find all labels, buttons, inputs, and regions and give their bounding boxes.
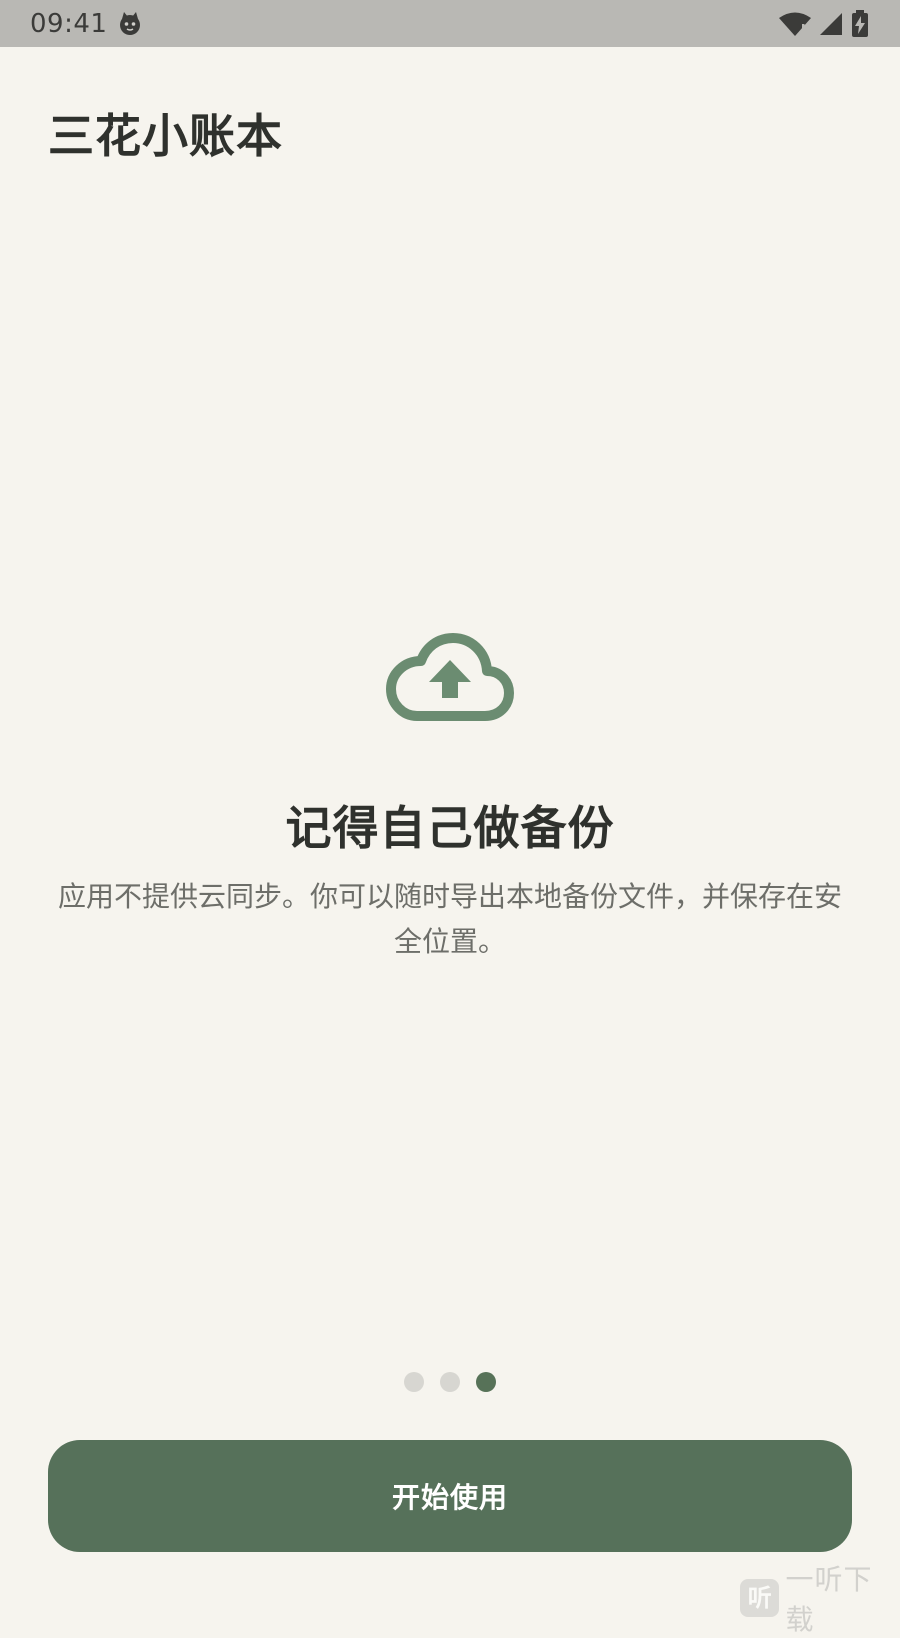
battery-charging-icon: [852, 9, 868, 37]
status-time: 09:41: [30, 8, 108, 39]
start-button[interactable]: 开始使用: [48, 1440, 852, 1552]
page-indicator: [0, 1372, 900, 1392]
wifi-icon: [779, 12, 811, 36]
cloud-upload-icon: [386, 633, 514, 721]
page-dot-2[interactable]: [440, 1372, 460, 1392]
watermark-text: 一听下载: [785, 1563, 873, 1636]
onboarding-description: 应用不提供云同步。你可以随时导出本地备份文件，并保存在安全位置。: [57, 880, 842, 958]
watermark-logo: 听: [740, 1579, 780, 1617]
cat-face-icon: [120, 11, 141, 35]
watermark: 听 一听下载: [740, 1558, 900, 1638]
page-dot-1[interactable]: [404, 1372, 424, 1392]
status-bar: 09:41: [0, 0, 900, 47]
cell-signal-icon: [820, 12, 842, 35]
status-icons: [778, 9, 870, 38]
app-title: 三花小账本: [48, 109, 283, 163]
page-dot-3-active[interactable]: [476, 1372, 496, 1392]
onboarding-heading: 记得自己做备份: [285, 801, 615, 855]
